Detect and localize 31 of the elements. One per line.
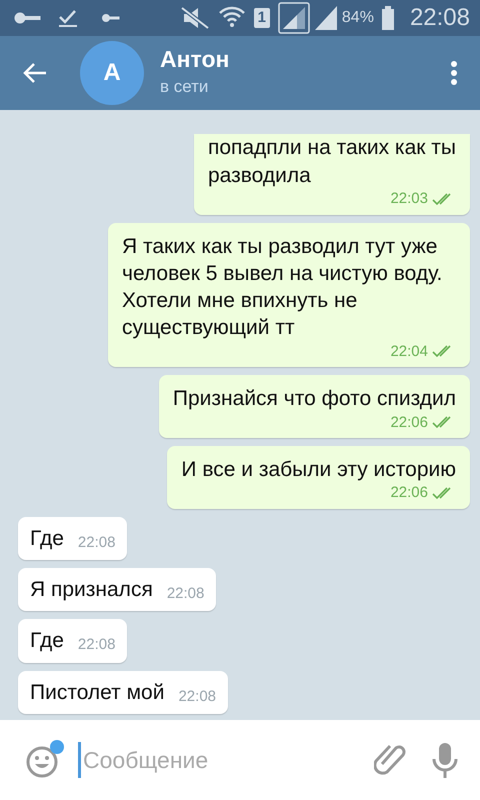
back-arrow-icon xyxy=(22,62,48,84)
clock: 22:08 xyxy=(410,3,470,33)
message-time: 22:08 xyxy=(78,532,116,552)
message-time: 22:03 xyxy=(390,189,428,209)
message-text: И все и забыли эту историю xyxy=(181,457,456,484)
battery-percent: 84% xyxy=(342,8,374,28)
key-icon xyxy=(14,11,42,25)
message-time: 22:06 xyxy=(390,412,428,432)
message-text: Где xyxy=(30,628,64,654)
message-text: попадпли на таких как ты разводила xyxy=(208,135,456,189)
message-time: 22:08 xyxy=(166,584,204,604)
menu-icon xyxy=(450,60,458,86)
message-time: 22:06 xyxy=(390,483,428,503)
check-icon xyxy=(58,8,78,28)
message-text: Я признался xyxy=(30,577,153,604)
signal-icon xyxy=(314,5,338,31)
message-text: Пистолет мой xyxy=(30,680,164,706)
sim-number: 1 xyxy=(254,8,270,28)
message-text: Я таких как ты разводил тут уже человек 5 вывел на чистую воду. Хотели мне впихнуть не существующий тт xyxy=(122,234,444,342)
message-time: 22:08 xyxy=(78,635,116,655)
message-time: 22:08 xyxy=(178,686,216,706)
microphone-icon xyxy=(432,741,458,779)
contact-name: Антон xyxy=(160,46,230,74)
message-time: 22:04 xyxy=(390,342,428,362)
avatar[interactable]: А xyxy=(80,41,144,105)
key-icon xyxy=(102,13,120,23)
battery-icon xyxy=(382,6,394,30)
contact-status: в сети xyxy=(160,76,210,98)
message-text: Признайся что фото спиздил xyxy=(172,386,456,412)
message-text: Где xyxy=(30,526,64,552)
signal-icon xyxy=(278,2,310,34)
